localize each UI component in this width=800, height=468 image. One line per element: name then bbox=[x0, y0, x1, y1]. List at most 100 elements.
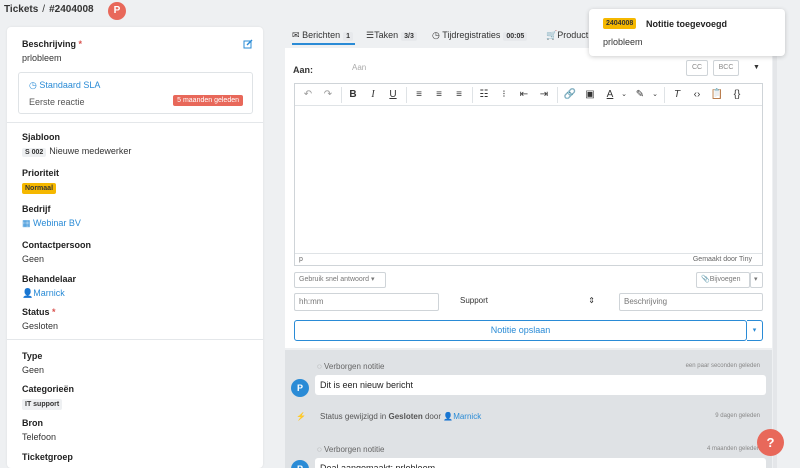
help-button[interactable]: ? bbox=[757, 429, 784, 456]
align-right-icon[interactable]: ≡ bbox=[452, 88, 466, 102]
tab-label: Tijdregistraties bbox=[442, 30, 501, 40]
tab-time-registrations[interactable]: ◷ Tijdregistraties 00:05 bbox=[432, 30, 528, 41]
company-link[interactable]: ▦ Webinar BV bbox=[22, 218, 81, 229]
assignee-label: Behandelaar bbox=[22, 274, 77, 284]
category-badge[interactable]: IT support bbox=[22, 399, 63, 410]
description-label: Beschrijving bbox=[22, 39, 77, 49]
to-label: Aan: bbox=[293, 65, 313, 75]
status-label: Status bbox=[22, 307, 50, 317]
status-change-value: Gesloten bbox=[388, 412, 423, 421]
status-field: Status * Gesloten bbox=[22, 307, 58, 331]
template-vars-icon[interactable]: {} bbox=[730, 88, 744, 102]
message-feed: ◌ Verborgen notitie een paar seconden ge… bbox=[285, 350, 772, 468]
tab-count: 1 bbox=[343, 32, 353, 41]
bolt-icon: ⚡ bbox=[296, 412, 306, 421]
image-icon[interactable]: ▣ bbox=[583, 88, 597, 102]
toast-notification[interactable]: 2404008 Notitie toegevoegd prlobleem bbox=[589, 9, 785, 56]
indent-icon[interactable]: ⇥ bbox=[537, 88, 551, 102]
status-change-user[interactable]: 👤Marnick bbox=[443, 412, 481, 421]
source-value[interactable]: Telefoon bbox=[22, 432, 56, 442]
clock-icon: ◷ bbox=[432, 30, 440, 40]
attach-dropdown[interactable]: ▾ bbox=[750, 272, 763, 288]
tab-count: 00:05 bbox=[503, 32, 528, 41]
attach-button[interactable]: 📎Bijvoegen bbox=[696, 272, 750, 288]
avatar[interactable]: P bbox=[108, 2, 126, 20]
paste-icon[interactable]: 📋 bbox=[710, 88, 724, 102]
type-value[interactable]: Geen bbox=[22, 365, 44, 375]
description-value: prlobleem bbox=[22, 53, 62, 63]
toolbar-separator bbox=[664, 87, 665, 103]
bcc-button[interactable]: BCC bbox=[713, 60, 739, 76]
status-change-by: door bbox=[424, 412, 441, 421]
breadcrumb-tickets[interactable]: Tickets bbox=[4, 4, 38, 15]
active-tab-indicator bbox=[292, 43, 355, 45]
envelope-icon: ✉ bbox=[292, 30, 300, 40]
tab-label: Taken bbox=[374, 30, 399, 40]
sla-title[interactable]: ◷ Standaard SLA bbox=[29, 80, 100, 91]
time-input[interactable]: hh:mm bbox=[294, 293, 439, 311]
clock-icon: ◷ bbox=[29, 80, 37, 90]
paperclip-icon: 📎 bbox=[701, 276, 710, 283]
priority-badge[interactable]: Normaal bbox=[22, 183, 57, 194]
italic-icon[interactable]: I bbox=[366, 88, 380, 102]
save-note-button[interactable]: Notitie opslaan bbox=[294, 320, 747, 341]
quick-reply-dropdown[interactable]: Gebruik snel antwoord ▾ bbox=[294, 272, 386, 288]
assignee-value: Marnick bbox=[33, 288, 65, 298]
clear-formatting-icon[interactable]: T bbox=[670, 88, 684, 102]
sla-first-response-label: Eerste reactie bbox=[29, 97, 85, 107]
department-select[interactable]: Support ⇕ bbox=[456, 293, 600, 311]
ticket-details-panel: Beschrijving * prlobleem ◷ Standaard SLA… bbox=[7, 27, 263, 468]
avatar: P bbox=[291, 460, 309, 468]
cc-button[interactable]: CC bbox=[686, 60, 708, 76]
company-value: Webinar BV bbox=[33, 218, 81, 228]
tab-products[interactable]: 🛒Product bbox=[546, 30, 588, 41]
to-input[interactable]: Aan bbox=[352, 63, 366, 72]
numbered-list-icon[interactable]: ⁝ bbox=[497, 88, 511, 102]
eye-slash-icon: ◌ bbox=[317, 362, 322, 371]
contact-value[interactable]: Geen bbox=[22, 254, 91, 264]
undo-icon[interactable]: ↶ bbox=[301, 88, 315, 102]
note-header: ◌ Verborgen notitie bbox=[317, 362, 385, 371]
save-options-dropdown[interactable]: ▾ bbox=[747, 320, 763, 341]
tab-messages[interactable]: ✉ Berichten 1 bbox=[292, 30, 353, 41]
underline-icon[interactable]: U bbox=[386, 88, 400, 102]
chevron-updown-icon: ⇕ bbox=[588, 296, 595, 305]
text-color-icon[interactable]: A bbox=[603, 88, 617, 102]
tab-label: Berichten bbox=[302, 30, 341, 40]
scrollbar[interactable] bbox=[773, 48, 777, 468]
type-field: Type Geen bbox=[22, 351, 44, 375]
user-icon: 👤 bbox=[443, 412, 454, 421]
link-icon[interactable]: 🔗 bbox=[563, 88, 577, 102]
toolbar-separator bbox=[341, 87, 342, 103]
chevron-down-icon[interactable]: ▼ bbox=[753, 64, 760, 71]
outdent-icon[interactable]: ⇤ bbox=[517, 88, 531, 102]
description-input[interactable]: Beschrijving bbox=[619, 293, 763, 311]
align-center-icon[interactable]: ≡ bbox=[432, 88, 446, 102]
assignee-link[interactable]: 👤Marnick bbox=[22, 288, 76, 299]
contact-label: Contactpersoon bbox=[22, 240, 92, 250]
redo-icon[interactable]: ↷ bbox=[321, 88, 335, 102]
contact-field: Contactpersoon Geen bbox=[22, 240, 91, 264]
bold-icon[interactable]: B bbox=[346, 88, 360, 102]
bullet-list-icon[interactable]: ☷ bbox=[477, 88, 491, 102]
tab-tasks[interactable]: ☰Taken 3/3 bbox=[366, 30, 417, 41]
template-value[interactable]: Nieuwe medewerker bbox=[49, 146, 131, 156]
align-left-icon[interactable]: ≡ bbox=[412, 88, 426, 102]
template-label: Sjabloon bbox=[22, 132, 60, 142]
compose-panel: Aan: Aan CC BCC ▼ ↶ ↷ B I U ≡ ≡ ≡ ☷ ⁝ ⇤ … bbox=[285, 48, 772, 348]
code-icon[interactable]: ‹› bbox=[690, 88, 704, 102]
avatar: P bbox=[291, 379, 309, 397]
rich-text-editor[interactable]: ↶ ↷ B I U ≡ ≡ ≡ ☷ ⁝ ⇤ ⇥ 🔗 ▣ A ⌄ ✎ ⌄ T ‹›… bbox=[294, 83, 763, 266]
status-value[interactable]: Gesloten bbox=[22, 321, 58, 331]
note-body: Dit is een nieuw bericht bbox=[315, 375, 766, 395]
note-header: ◌ Verborgen notitie bbox=[317, 445, 385, 454]
note-timestamp: 4 maanden geleden bbox=[706, 446, 760, 452]
editor-credit[interactable]: Gemaakt door Tiny bbox=[693, 256, 752, 263]
chevron-down-icon[interactable]: ⌄ bbox=[648, 88, 662, 102]
chevron-down-icon[interactable]: ⌄ bbox=[617, 88, 631, 102]
toast-body: prlobleem bbox=[603, 37, 643, 47]
edit-icon[interactable] bbox=[243, 39, 253, 49]
status-change-user-name: Marnick bbox=[453, 412, 482, 421]
note-timestamp: een paar seconden geleden bbox=[685, 363, 760, 369]
highlight-icon[interactable]: ✎ bbox=[633, 88, 647, 102]
